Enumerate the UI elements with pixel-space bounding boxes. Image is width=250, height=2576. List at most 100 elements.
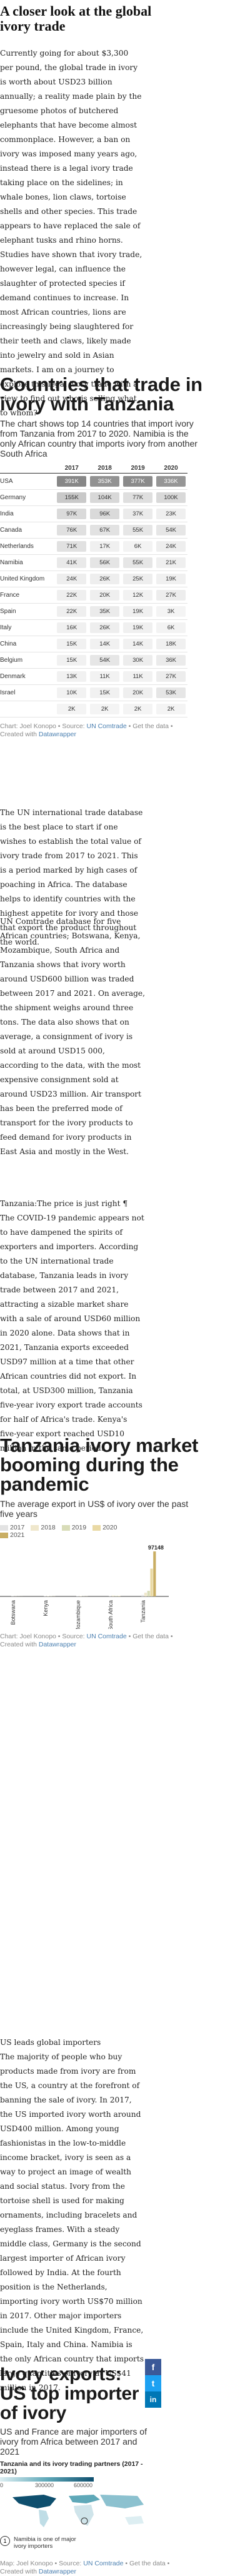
cell-value: 53K bbox=[156, 687, 186, 698]
cell-value: 19K bbox=[156, 574, 186, 584]
table-cell: 24K bbox=[55, 571, 88, 587]
table-cell: 3K bbox=[154, 604, 188, 620]
legend-item: 2018 bbox=[31, 1524, 55, 1531]
header-country bbox=[0, 464, 55, 474]
cell-value: 20K bbox=[123, 687, 152, 698]
map-legend: 0 300000 600000 bbox=[0, 2477, 100, 2490]
datawrapper-link[interactable]: Datawrapper bbox=[39, 731, 76, 738]
chart-legend: 20172018201920202021 bbox=[0, 1524, 138, 1539]
cell-value: 104K bbox=[90, 492, 119, 503]
category-label: Tanzania bbox=[140, 1600, 146, 1623]
linkedin-share-button[interactable]: in bbox=[145, 2391, 161, 2408]
table-row: Israel10K15K20K53K bbox=[0, 685, 188, 701]
legend-swatch bbox=[31, 1525, 39, 1531]
world-map[interactable] bbox=[0, 2490, 156, 2535]
bar bbox=[141, 1595, 144, 1596]
row-country: Italy bbox=[0, 620, 55, 636]
table-body: USA391K353K377K336KGermany155K104K77K100… bbox=[0, 474, 188, 718]
table-cell: 12K bbox=[121, 587, 154, 604]
legend-label: 2019 bbox=[72, 1524, 86, 1531]
table-cell: 11K bbox=[88, 669, 121, 685]
table-cell: 26K bbox=[88, 620, 121, 636]
table-cell: 377K bbox=[121, 474, 154, 490]
table-cell: 37K bbox=[121, 506, 154, 522]
twitter-share-button[interactable]: t bbox=[145, 2375, 161, 2391]
bar bbox=[148, 1591, 150, 1596]
cell-value: 11K bbox=[90, 671, 119, 682]
table-cell: 14K bbox=[88, 636, 121, 652]
table-row: United Kingdom24K26K25K19K bbox=[0, 571, 188, 587]
map-legend-gradient bbox=[0, 2477, 94, 2482]
table-cell: 15K bbox=[55, 636, 88, 652]
cell-value: 10K bbox=[57, 687, 86, 698]
table-cell: 22K bbox=[55, 587, 88, 604]
category-label: Botswana bbox=[10, 1600, 16, 1625]
annotation-text: Namibia is one of major ivory importers bbox=[14, 2536, 82, 2550]
chart-footer: Chart: Joel Konopo • Source: UN Comtrade… bbox=[0, 723, 188, 739]
table-cell: 18K bbox=[154, 636, 188, 652]
source-link[interactable]: UN Comtrade bbox=[87, 723, 127, 730]
cell-value: 23K bbox=[156, 509, 186, 519]
table-cell: 19K bbox=[154, 571, 188, 587]
table-cell: 96K bbox=[88, 506, 121, 522]
table-cell: 13K bbox=[55, 669, 88, 685]
legend-label: 2018 bbox=[41, 1524, 55, 1531]
chart-subtitle: The chart shows top 14 countries that im… bbox=[0, 418, 206, 459]
table-cell: 20K bbox=[121, 685, 154, 701]
linkedin-icon: in bbox=[150, 2395, 157, 2404]
cell-value: 71K bbox=[57, 541, 86, 552]
table-cell: 6K bbox=[121, 539, 154, 555]
row-country: USA bbox=[0, 474, 55, 490]
article-headline: A closer look at the global ivory trade bbox=[0, 4, 162, 34]
table-cell: 41K bbox=[55, 555, 88, 571]
cell-value: 20K bbox=[90, 590, 119, 601]
table-cell: 100K bbox=[154, 490, 188, 506]
cell-value: 100K bbox=[156, 492, 186, 503]
facebook-icon: f bbox=[152, 2362, 155, 2372]
table-header-row: 2017201820192020 bbox=[0, 464, 188, 474]
row-country: Belgium bbox=[0, 652, 55, 669]
category-label: South Africa bbox=[108, 1600, 114, 1629]
legend-item: 2020 bbox=[92, 1524, 117, 1531]
datawrapper-link[interactable]: Datawrapper bbox=[39, 2568, 76, 2575]
footer-prefix: Chart: Joel Konopo • Source: bbox=[0, 1633, 87, 1640]
cell-value: 77K bbox=[123, 492, 152, 503]
source-link[interactable]: UN Comtrade bbox=[83, 2560, 123, 2567]
table-cell: 36K bbox=[154, 652, 188, 669]
cell-value: 55K bbox=[123, 557, 152, 568]
article-paragraph: Currently going for about $3,300 per pou… bbox=[0, 46, 142, 420]
legend-swatch bbox=[92, 1525, 101, 1531]
data-label: 97148 bbox=[148, 1544, 164, 1551]
table-cell: 17K bbox=[88, 539, 121, 555]
cell-value: 19K bbox=[123, 606, 152, 617]
row-country: France bbox=[0, 587, 55, 604]
cell-value: 55K bbox=[123, 525, 152, 535]
cell-value: 36K bbox=[156, 655, 186, 666]
table-cell: 20K bbox=[88, 587, 121, 604]
table-cell: 391K bbox=[55, 474, 88, 490]
table-cell: 54K bbox=[154, 522, 188, 539]
cell-value: 3K bbox=[156, 606, 186, 617]
header-year: 2019 bbox=[121, 464, 154, 474]
table-cell: 10K bbox=[55, 685, 88, 701]
cell-value: 26K bbox=[90, 622, 119, 633]
cell-value: 336K bbox=[156, 476, 186, 487]
facebook-share-button[interactable]: f bbox=[145, 2359, 161, 2375]
cell-value: 353K bbox=[90, 476, 119, 487]
chart-footer: Chart: Joel Konopo • Source: UN Comtrade… bbox=[0, 1633, 188, 1649]
table-cell: 25K bbox=[121, 571, 154, 587]
table-row: Namibia41K56K55K21K bbox=[0, 555, 188, 571]
datawrapper-link[interactable]: Datawrapper bbox=[39, 1641, 76, 1648]
row-country: United Kingdom bbox=[0, 571, 55, 587]
legend-tick: 300000 bbox=[35, 2482, 54, 2488]
cell-value: 2K bbox=[90, 704, 119, 714]
table-cell: 11K bbox=[121, 669, 154, 685]
article-paragraph: The COVID-19 pandemic appears not to hav… bbox=[0, 1211, 145, 1456]
source-link[interactable]: UN Comtrade bbox=[87, 1633, 127, 1640]
chart-title: Ivory exports: US top importer of ivory bbox=[0, 2365, 144, 2423]
row-country bbox=[0, 701, 55, 718]
table-cell: 22K bbox=[55, 604, 88, 620]
legend-label: 2017 bbox=[10, 1524, 24, 1531]
table-cell: 77K bbox=[121, 490, 154, 506]
table-row: Canada76K67K55K54K bbox=[0, 522, 188, 539]
